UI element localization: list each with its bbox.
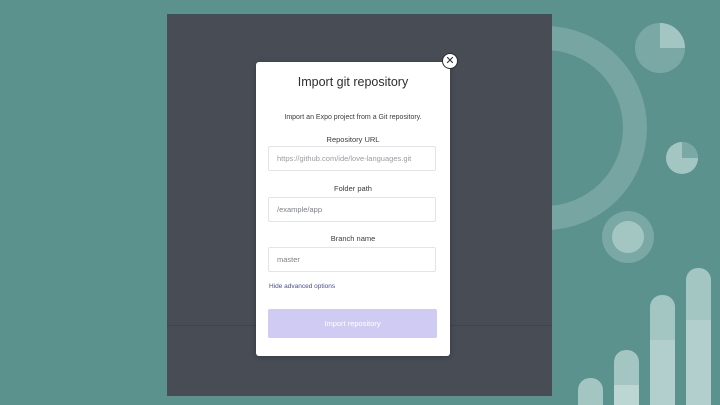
folder-path-label: Folder path [334, 184, 372, 193]
decor-target-inner [612, 221, 644, 253]
modal-description: Import an Expo project from a Git reposi… [284, 114, 422, 121]
import-repository-modal: Import git repository Import an Expo pro… [256, 62, 450, 356]
decor-bar-overlay [614, 385, 639, 405]
close-modal-button[interactable]: ✕ [442, 53, 458, 69]
decor-bar-overlay [686, 320, 711, 405]
folder-path-input[interactable] [268, 197, 436, 222]
branch-name-label: Branch name [330, 234, 376, 243]
decor-small-pie-slice [682, 142, 698, 158]
decor-bar [578, 378, 603, 405]
close-icon: ✕ [445, 54, 455, 67]
modal-title: Import git repository [297, 75, 409, 89]
decor-pie-slice [660, 23, 685, 48]
decor-bar-overlay [650, 340, 675, 405]
branch-name-input[interactable] [268, 247, 436, 272]
import-repository-button[interactable]: Import repository [268, 309, 437, 338]
repository-url-label: Repository URL [326, 135, 380, 144]
repository-url-input[interactable] [268, 146, 436, 171]
hide-advanced-options-link[interactable]: Hide advanced options [269, 283, 335, 290]
